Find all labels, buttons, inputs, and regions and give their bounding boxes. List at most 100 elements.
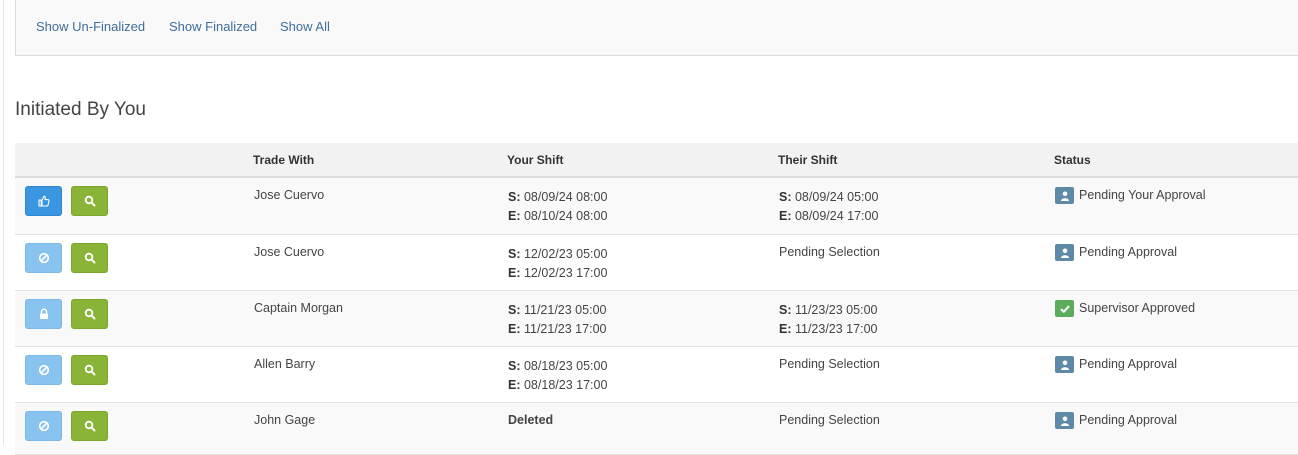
your-shift-header: Your Shift	[507, 143, 778, 178]
start-time: 08/18/23 05:00	[523, 359, 608, 373]
your-shift-cell: S: 08/09/24 08:00 E: 08/10/24 08:00	[507, 177, 778, 235]
cancel-button[interactable]	[25, 243, 62, 273]
view-button[interactable]	[71, 355, 109, 385]
your-shift-end: E: 12/02/23 17:00	[508, 264, 777, 283]
ban-icon	[38, 364, 49, 376]
page-left-border	[0, 0, 4, 445]
end-time: 12/02/23 17:00	[523, 266, 608, 280]
user-icon	[1055, 244, 1074, 261]
end-time: 11/21/23 17:00	[523, 322, 607, 336]
status-cell: Pending Your Approval	[1054, 177, 1298, 235]
end-prefix: E:	[508, 322, 521, 336]
cancel-button[interactable]	[25, 355, 62, 385]
row-actions	[15, 177, 253, 235]
trade-with-header: Trade With	[253, 143, 507, 178]
show-un-finalized-link[interactable]: Show Un-Finalized	[36, 19, 145, 34]
their-shift-cell: Pending Selection	[778, 402, 1054, 455]
user-icon	[1055, 187, 1074, 204]
their-shift-cell: Pending Selection	[778, 346, 1054, 403]
start-time: 08/09/24 08:00	[523, 190, 608, 204]
trade-with-cell: Jose Cuervo	[253, 177, 507, 235]
search-icon	[84, 308, 96, 320]
table-header-row: Trade With Your Shift Their Shift Status	[15, 143, 1298, 178]
status-text: Pending Your Approval	[1079, 188, 1206, 202]
status-cell: Pending Approval	[1054, 234, 1298, 291]
table-row: Jose Cuervo S: 12/02/23 05:00 E: 12/02/2…	[15, 234, 1298, 291]
status-text: Supervisor Approved	[1079, 301, 1196, 315]
end-prefix: E:	[508, 266, 521, 280]
status-cell: Pending Approval	[1054, 346, 1298, 403]
search-icon	[84, 195, 96, 207]
view-button[interactable]	[71, 243, 109, 273]
end-time: 11/23/23 17:00	[794, 322, 878, 336]
end-prefix: E:	[779, 209, 792, 223]
filter-bar: Show Un-Finalized Show Finalized Show Al…	[15, 0, 1298, 56]
status-cell: Pending Approval	[1054, 402, 1298, 455]
trade-with-cell: Allen Barry	[253, 346, 507, 403]
table-row: John Gage Deleted Pending Selection Pend…	[15, 402, 1298, 455]
end-prefix: E:	[779, 322, 792, 336]
check-icon	[1055, 300, 1074, 317]
status-text: Pending Approval	[1079, 413, 1177, 427]
your-shift-end: E: 11/21/23 17:00	[508, 320, 777, 339]
locked-button[interactable]	[25, 299, 62, 329]
trade-with-cell: Captain Morgan	[253, 290, 507, 347]
thumbs-up-icon	[37, 195, 50, 207]
their-shift-header: Their Shift	[778, 143, 1054, 178]
actions-header	[15, 143, 253, 178]
your-shift-end: E: 08/10/24 08:00	[508, 207, 777, 226]
your-shift-start: S: 11/21/23 05:00	[508, 301, 777, 320]
end-time: 08/18/23 17:00	[523, 378, 608, 392]
your-shift-cell: S: 08/18/23 05:00 E: 08/18/23 17:00	[507, 346, 778, 403]
end-prefix: E:	[508, 378, 521, 392]
start-time: 08/09/24 05:00	[794, 190, 879, 204]
start-prefix: S:	[779, 303, 792, 317]
start-prefix: S:	[508, 359, 521, 373]
their-shift-cell: S: 08/09/24 05:00 E: 08/09/24 17:00	[778, 177, 1054, 235]
row-actions	[15, 290, 253, 347]
row-actions	[15, 346, 253, 403]
lock-icon	[39, 308, 48, 319]
search-icon	[84, 252, 96, 264]
trade-with-cell: Jose Cuervo	[253, 234, 507, 291]
their-shift-cell: Pending Selection	[778, 234, 1054, 291]
status-text: Pending Approval	[1079, 245, 1177, 259]
table-row: Jose Cuervo S: 08/09/24 08:00 E: 08/10/2…	[15, 177, 1298, 235]
start-prefix: S:	[508, 247, 521, 261]
user-icon	[1055, 412, 1074, 429]
their-shift-end: E: 11/23/23 17:00	[779, 320, 1053, 339]
your-shift-start: S: 08/18/23 05:00	[508, 357, 777, 376]
ban-icon	[38, 252, 49, 264]
start-time: 12/02/23 05:00	[523, 247, 608, 261]
trades-table: Trade With Your Shift Their Shift Status	[15, 143, 1298, 455]
view-button[interactable]	[71, 299, 109, 329]
start-prefix: S:	[779, 190, 792, 204]
your-shift-cell: S: 12/02/23 05:00 E: 12/02/23 17:00	[507, 234, 778, 291]
approve-button[interactable]	[25, 186, 62, 216]
table-row: Captain Morgan S: 11/21/23 05:00 E: 11/2…	[15, 290, 1298, 347]
status-cell: Supervisor Approved	[1054, 290, 1298, 347]
row-actions	[15, 234, 253, 291]
start-time: 11/21/23 05:00	[523, 303, 607, 317]
status-header: Status	[1054, 143, 1298, 178]
view-button[interactable]	[71, 186, 109, 216]
start-prefix: S:	[508, 303, 521, 317]
view-button[interactable]	[71, 411, 109, 441]
search-icon	[84, 420, 96, 432]
row-actions	[15, 402, 253, 455]
cancel-button[interactable]	[25, 411, 62, 441]
status-text: Pending Approval	[1079, 357, 1177, 371]
user-icon	[1055, 356, 1074, 373]
trade-with-cell: John Gage	[253, 402, 507, 455]
your-shift-start: S: 12/02/23 05:00	[508, 245, 777, 264]
your-shift-cell: Deleted	[507, 402, 778, 455]
their-shift-cell: S: 11/23/23 05:00 E: 11/23/23 17:00	[778, 290, 1054, 347]
their-shift-start: S: 11/23/23 05:00	[779, 301, 1053, 320]
show-finalized-link[interactable]: Show Finalized	[169, 19, 257, 34]
end-time: 08/10/24 08:00	[523, 209, 608, 223]
your-shift-end: E: 08/18/23 17:00	[508, 376, 777, 395]
show-all-link[interactable]: Show All	[280, 19, 330, 34]
your-shift-cell: S: 11/21/23 05:00 E: 11/21/23 17:00	[507, 290, 778, 347]
start-prefix: S:	[508, 190, 521, 204]
end-prefix: E:	[508, 209, 521, 223]
